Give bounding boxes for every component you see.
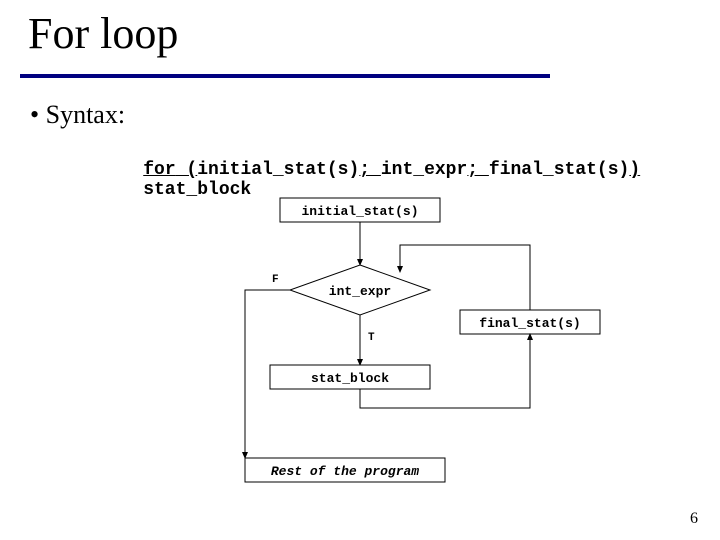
lparen: ( [176, 160, 198, 180]
flowchart: initial_stat(s) int_expr F T final_stat(… [150, 190, 610, 510]
page-title: For loop [28, 8, 178, 59]
bullet-syntax: • Syntax: [30, 100, 125, 130]
semi-2: ; [467, 160, 489, 180]
syntax-cond: int_expr [381, 160, 467, 180]
node-body: stat_block [311, 371, 389, 386]
label-false: F [272, 274, 279, 286]
node-rest: Rest of the program [271, 464, 419, 479]
slide: For loop • Syntax: for (initial_stat(s);… [0, 0, 720, 540]
node-init: initial_stat(s) [301, 204, 418, 219]
rparen: ) [629, 160, 640, 180]
syntax-final: final_stat(s) [489, 160, 629, 180]
title-underline [20, 74, 550, 78]
kw-for: for [143, 160, 175, 180]
syntax-init: initial_stat(s) [197, 160, 359, 180]
page-number: 6 [690, 510, 698, 528]
node-cond: int_expr [329, 284, 391, 299]
semi-1: ; [359, 160, 381, 180]
label-true: T [368, 332, 375, 344]
node-final: final_stat(s) [479, 316, 580, 331]
